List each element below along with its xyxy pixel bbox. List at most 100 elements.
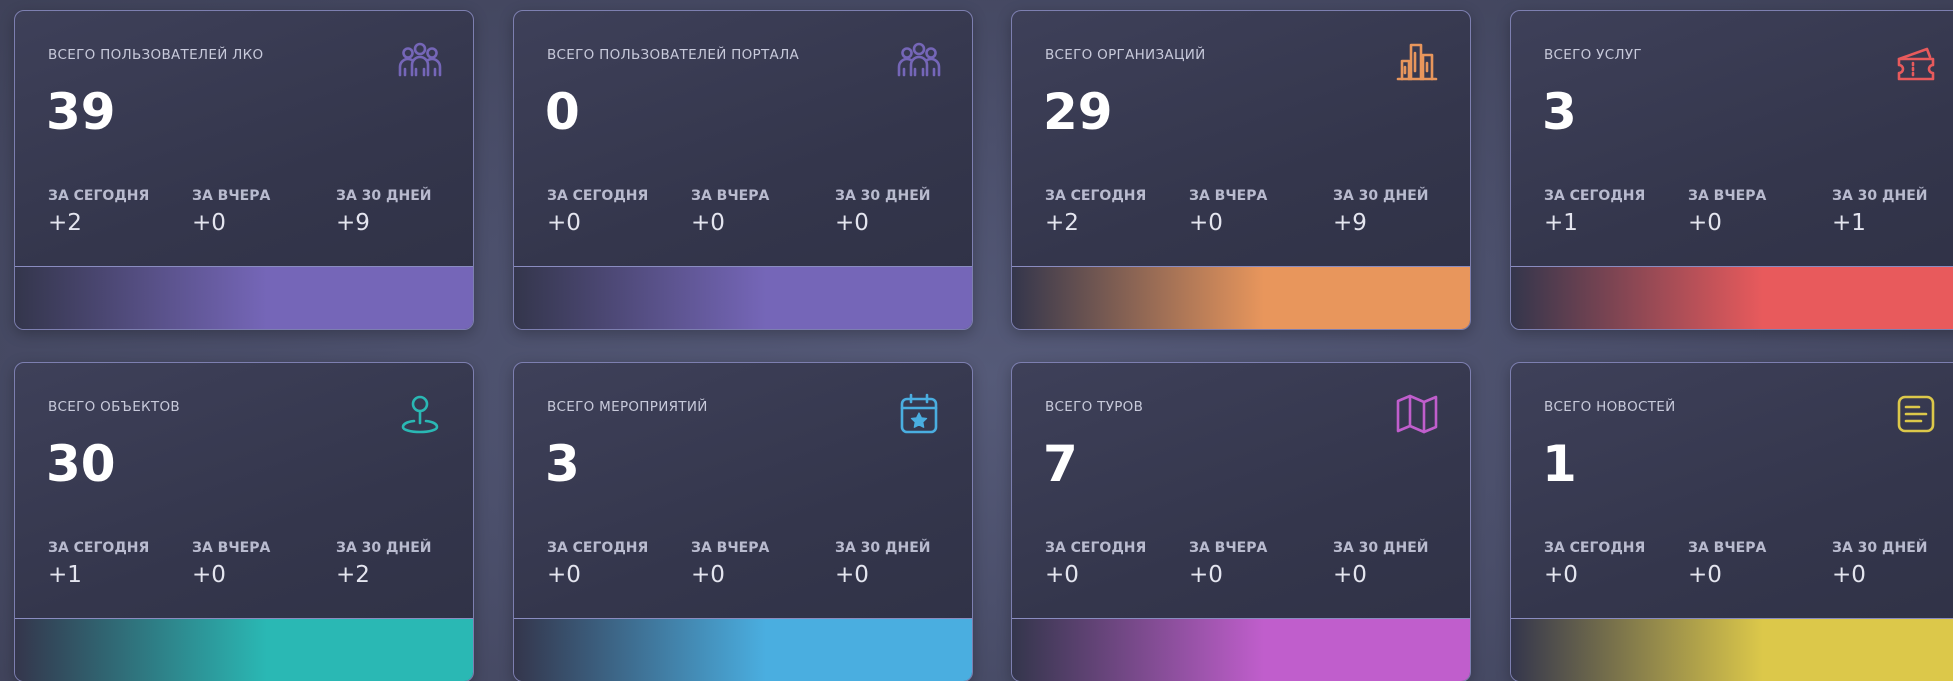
- stat-today: ЗА СЕГОДНЯ +0: [547, 540, 648, 588]
- stat-yesterday-value: +0: [1688, 210, 1722, 236]
- stat-yesterday-label: ЗА ВЧЕРА: [192, 540, 271, 556]
- ticket-icon: [1893, 39, 1939, 85]
- stat-card-total: 0: [545, 83, 580, 141]
- stat-today-label: ЗА СЕГОДНЯ: [1544, 188, 1646, 204]
- stat-yesterday-label: ЗА ВЧЕРА: [1688, 188, 1767, 204]
- stat-month: ЗА 30 ДНЕЙ +0: [835, 540, 930, 588]
- map-icon: [1394, 391, 1440, 437]
- stat-today-label: ЗА СЕГОДНЯ: [547, 188, 649, 204]
- stat-month: ЗА 30 ДНЕЙ +0: [1832, 540, 1927, 588]
- stat-card-title: ВСЕГО ОРГАНИЗАЦИЙ: [1045, 47, 1206, 63]
- stat-today-value: +2: [48, 210, 82, 236]
- stat-month: ЗА 30 ДНЕЙ +9: [1333, 188, 1428, 236]
- stat-month-label: ЗА 30 ДНЕЙ: [336, 540, 432, 556]
- stat-card-total: 39: [46, 83, 116, 141]
- stat-card-title: ВСЕГО ТУРОВ: [1045, 399, 1144, 415]
- stat-today-label: ЗА СЕГОДНЯ: [48, 188, 150, 204]
- calendar-star-icon: [896, 391, 942, 437]
- stat-yesterday-value: +0: [192, 562, 226, 588]
- stat-card-accent-bar: [1012, 266, 1470, 329]
- stat-month: ЗА 30 ДНЕЙ +9: [336, 188, 431, 236]
- stat-today-value: +0: [1544, 562, 1578, 588]
- stat-month-label: ЗА 30 ДНЕЙ: [1832, 188, 1928, 204]
- stat-yesterday: ЗА ВЧЕРА +0: [691, 540, 769, 588]
- stat-month-label: ЗА 30 ДНЕЙ: [835, 540, 931, 556]
- stat-yesterday: ЗА ВЧЕРА +0: [1688, 540, 1766, 588]
- stat-month-value: +0: [835, 210, 869, 236]
- stat-today-value: +1: [48, 562, 82, 588]
- stat-card-title: ВСЕГО МЕРОПРИЯТИЙ: [547, 399, 708, 415]
- stat-month-value: +1: [1832, 210, 1866, 236]
- stat-today-value: +0: [547, 562, 581, 588]
- stat-yesterday: ЗА ВЧЕРА +0: [192, 540, 270, 588]
- stat-today: ЗА СЕГОДНЯ +2: [1045, 188, 1146, 236]
- stat-yesterday-label: ЗА ВЧЕРА: [691, 188, 770, 204]
- stat-yesterday: ЗА ВЧЕРА +0: [1189, 188, 1267, 236]
- stat-today: ЗА СЕГОДНЯ +1: [1544, 188, 1645, 236]
- stat-yesterday: ЗА ВЧЕРА +0: [1189, 540, 1267, 588]
- stat-card-organizations[interactable]: ВСЕГО ОРГАНИЗАЦИЙ 29 ЗА СЕГОДНЯ +2 ЗА ВЧЕРА +…: [1011, 10, 1471, 330]
- buildings-icon: [1394, 39, 1440, 85]
- stat-card-total: 1: [1542, 435, 1577, 493]
- stat-yesterday-value: +0: [1688, 562, 1722, 588]
- users-group-icon: [896, 39, 942, 85]
- stat-month-value: +9: [1333, 210, 1367, 236]
- stat-card-portal-users[interactable]: ВСЕГО ПОЛЬЗОВАТЕЛЕЙ ПОРТАЛА 0 ЗА СЕГОДНЯ +0…: [513, 10, 973, 330]
- stat-card-title: ВСЕГО УСЛУГ: [1544, 47, 1642, 63]
- stat-yesterday-value: +0: [1189, 210, 1223, 236]
- stat-yesterday: ЗА ВЧЕРА +0: [192, 188, 270, 236]
- stat-card-news[interactable]: ВСЕГО НОВОСТЕЙ 1 ЗА СЕГОДНЯ +0 ЗА ВЧЕРА +0 ЗА …: [1510, 362, 1953, 681]
- stat-card-accent-bar: [514, 266, 972, 329]
- stat-card-tours[interactable]: ВСЕГО ТУРОВ 7 ЗА СЕГОДНЯ +0 ЗА ВЧЕРА +0 ЗА 30 …: [1011, 362, 1471, 681]
- stat-card-total: 7: [1043, 435, 1078, 493]
- location-pin-icon: [397, 391, 443, 437]
- stat-card-accent-bar: [514, 618, 972, 681]
- stat-yesterday-value: +0: [192, 210, 226, 236]
- stat-month-label: ЗА 30 ДНЕЙ: [1832, 540, 1928, 556]
- stat-today: ЗА СЕГОДНЯ +0: [1045, 540, 1146, 588]
- stat-month-label: ЗА 30 ДНЕЙ: [1333, 540, 1429, 556]
- stat-today-label: ЗА СЕГОДНЯ: [547, 540, 649, 556]
- stat-month: ЗА 30 ДНЕЙ +1: [1832, 188, 1927, 236]
- stat-month-value: +2: [336, 562, 370, 588]
- stat-card-accent-bar: [1511, 618, 1953, 681]
- stat-month-label: ЗА 30 ДНЕЙ: [336, 188, 432, 204]
- stat-card-objects[interactable]: ВСЕГО ОБЪЕКТОВ 30 ЗА СЕГОДНЯ +1 ЗА ВЧЕРА +0 ЗА…: [14, 362, 474, 681]
- stat-card-title: ВСЕГО ПОЛЬЗОВАТЕЛЕЙ ПОРТАЛА: [547, 47, 800, 63]
- stat-month-value: +0: [1832, 562, 1866, 588]
- stat-today-label: ЗА СЕГОДНЯ: [1544, 540, 1646, 556]
- stat-card-accent-bar: [15, 618, 473, 681]
- stat-today-value: +1: [1544, 210, 1578, 236]
- stat-card-lko-users[interactable]: ВСЕГО ПОЛЬЗОВАТЕЛЕЙ ЛКО 39 ЗА СЕГОДНЯ +2 ЗА …: [14, 10, 474, 330]
- stat-today-label: ЗА СЕГОДНЯ: [1045, 188, 1147, 204]
- stat-yesterday-value: +0: [691, 562, 725, 588]
- stat-today: ЗА СЕГОДНЯ +2: [48, 188, 149, 236]
- stat-yesterday-label: ЗА ВЧЕРА: [1688, 540, 1767, 556]
- stat-yesterday: ЗА ВЧЕРА +0: [1688, 188, 1766, 236]
- stat-card-title: ВСЕГО ОБЪЕКТОВ: [48, 399, 180, 415]
- stat-card-total: 30: [46, 435, 116, 493]
- stat-month-value: +0: [835, 562, 869, 588]
- stat-month-label: ЗА 30 ДНЕЙ: [835, 188, 931, 204]
- stat-card-total: 3: [545, 435, 580, 493]
- stat-today: ЗА СЕГОДНЯ +1: [48, 540, 149, 588]
- stat-card-events[interactable]: ВСЕГО МЕРОПРИЯТИЙ 3 ЗА СЕГОДНЯ +0 ЗА ВЧЕРА +0…: [513, 362, 973, 681]
- stat-month: ЗА 30 ДНЕЙ +0: [835, 188, 930, 236]
- stat-card-services[interactable]: ВСЕГО УСЛУГ 3 ЗА СЕГОДНЯ +1 ЗА ВЧЕРА +0 ЗА 30 …: [1510, 10, 1953, 330]
- news-document-icon: [1893, 391, 1939, 437]
- stat-today-value: +0: [547, 210, 581, 236]
- stat-today: ЗА СЕГОДНЯ +0: [547, 188, 648, 236]
- stat-today-label: ЗА СЕГОДНЯ: [48, 540, 150, 556]
- stat-today: ЗА СЕГОДНЯ +0: [1544, 540, 1645, 588]
- stat-month-value: +0: [1333, 562, 1367, 588]
- stat-card-title: ВСЕГО ПОЛЬЗОВАТЕЛЕЙ ЛКО: [48, 47, 264, 63]
- stat-month: ЗА 30 ДНЕЙ +0: [1333, 540, 1428, 588]
- stat-month: ЗА 30 ДНЕЙ +2: [336, 540, 431, 588]
- stat-card-accent-bar: [15, 266, 473, 329]
- stat-yesterday-label: ЗА ВЧЕРА: [192, 188, 271, 204]
- stat-yesterday-value: +0: [691, 210, 725, 236]
- stat-yesterday: ЗА ВЧЕРА +0: [691, 188, 769, 236]
- stat-yesterday-label: ЗА ВЧЕРА: [1189, 540, 1268, 556]
- stat-today-value: +0: [1045, 562, 1079, 588]
- dashboard-stats-grid: ВСЕГО ПОЛЬЗОВАТЕЛЕЙ ЛКО 39 ЗА СЕГОДНЯ +2 ЗА …: [0, 0, 1953, 681]
